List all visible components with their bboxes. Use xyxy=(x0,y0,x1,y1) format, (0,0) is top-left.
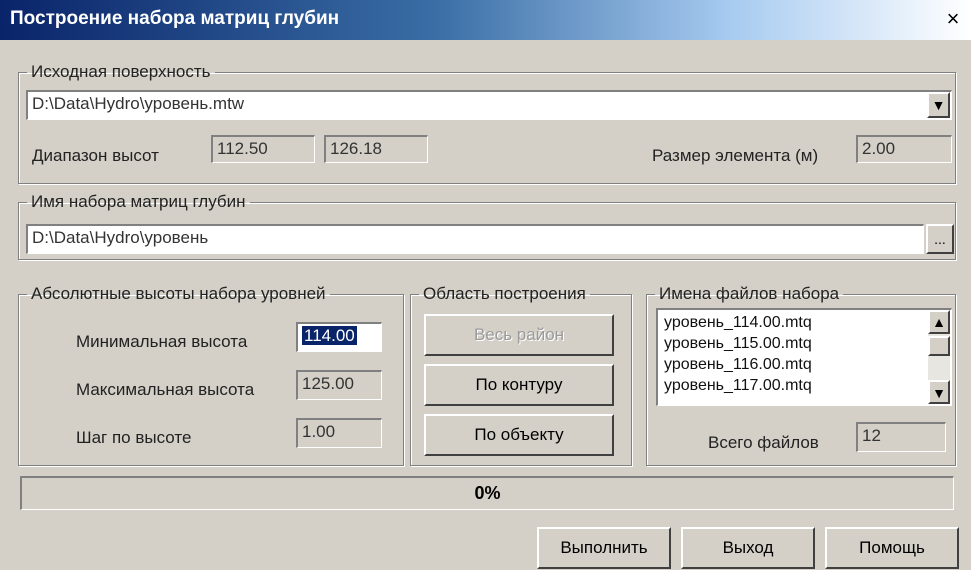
step-label: Шаг по высоте xyxy=(76,428,192,447)
total-files-value: 12 xyxy=(862,426,881,445)
chevron-down-icon: ▼ xyxy=(931,97,946,113)
area-legend: Область построения xyxy=(423,284,586,303)
element-size-value: 2.00 xyxy=(862,139,896,158)
element-size-field: 2.00 xyxy=(856,135,952,163)
range-max-value: 126.18 xyxy=(330,139,382,158)
total-files-label: Всего файлов xyxy=(708,433,819,452)
whole-area-button[interactable]: Весь район xyxy=(424,314,614,356)
scroll-up-button[interactable]: ▲ xyxy=(928,310,950,334)
step-value: 1.00 xyxy=(302,422,336,441)
total-files-field: 12 xyxy=(856,422,946,452)
files-legend: Имена файлов набора xyxy=(659,284,840,303)
min-height-label: Минимальная высота xyxy=(76,332,248,351)
exit-button[interactable]: Выход xyxy=(681,527,815,569)
files-listbox[interactable]: уровень_114.00.mtq уровень_115.00.mtq ур… xyxy=(656,308,952,406)
source-file-dropdown-button[interactable]: ▼ xyxy=(927,92,950,118)
list-item[interactable]: уровень_117.00.mtq xyxy=(664,375,945,396)
browse-button[interactable]: ... xyxy=(926,224,954,254)
list-item[interactable]: уровень_116.00.mtq xyxy=(664,354,945,375)
max-height-value: 125.00 xyxy=(302,374,354,393)
min-height-input[interactable]: 114.00 xyxy=(296,322,382,352)
step-input[interactable]: 1.00 xyxy=(296,418,382,448)
set-name-legend: Имя набора матриц глубин xyxy=(31,192,246,211)
set-name-value: D:\Data\Hydro\уровень xyxy=(32,228,209,247)
progress-bar: 0% xyxy=(20,476,954,510)
source-file-combobox[interactable]: D:\Data\Hydro\уровень.mtw xyxy=(26,90,952,120)
list-item[interactable]: уровень_115.00.mtq xyxy=(664,333,945,354)
scroll-thumb[interactable] xyxy=(928,336,950,356)
chevron-down-icon: ▼ xyxy=(932,385,946,401)
progress-text: 0% xyxy=(474,483,501,503)
max-height-input[interactable]: 125.00 xyxy=(296,370,382,400)
title-bar: Построение набора матриц глубин × xyxy=(0,0,971,40)
range-min-value: 112.50 xyxy=(217,139,268,158)
scroll-down-button[interactable]: ▼ xyxy=(928,380,950,404)
levels-legend: Абсолютные высоты набора уровней xyxy=(31,284,326,303)
by-object-button[interactable]: По объекту xyxy=(424,414,614,456)
window-title: Построение набора матриц глубин xyxy=(10,8,340,29)
range-label: Диапазон высот xyxy=(32,146,159,165)
help-button[interactable]: Помощь xyxy=(825,527,959,569)
chevron-up-icon: ▲ xyxy=(932,314,946,330)
ellipsis-icon: ... xyxy=(934,231,946,247)
element-size-label: Размер элемента (м) xyxy=(652,146,819,165)
source-file-value: D:\Data\Hydro\уровень.mtw xyxy=(32,94,245,113)
range-min-field: 112.50 xyxy=(211,135,315,163)
by-contour-button[interactable]: По контуру xyxy=(424,364,614,406)
range-max-field: 126.18 xyxy=(324,135,428,163)
set-name-input[interactable]: D:\Data\Hydro\уровень xyxy=(26,224,924,254)
close-button[interactable]: × xyxy=(941,8,965,31)
source-surface-legend: Исходная поверхность xyxy=(31,62,211,81)
max-height-label: Максимальная высота xyxy=(76,380,255,399)
min-height-value: 114.00 xyxy=(302,326,357,345)
run-button[interactable]: Выполнить xyxy=(537,527,671,569)
list-item[interactable]: уровень_114.00.mtq xyxy=(664,312,945,333)
